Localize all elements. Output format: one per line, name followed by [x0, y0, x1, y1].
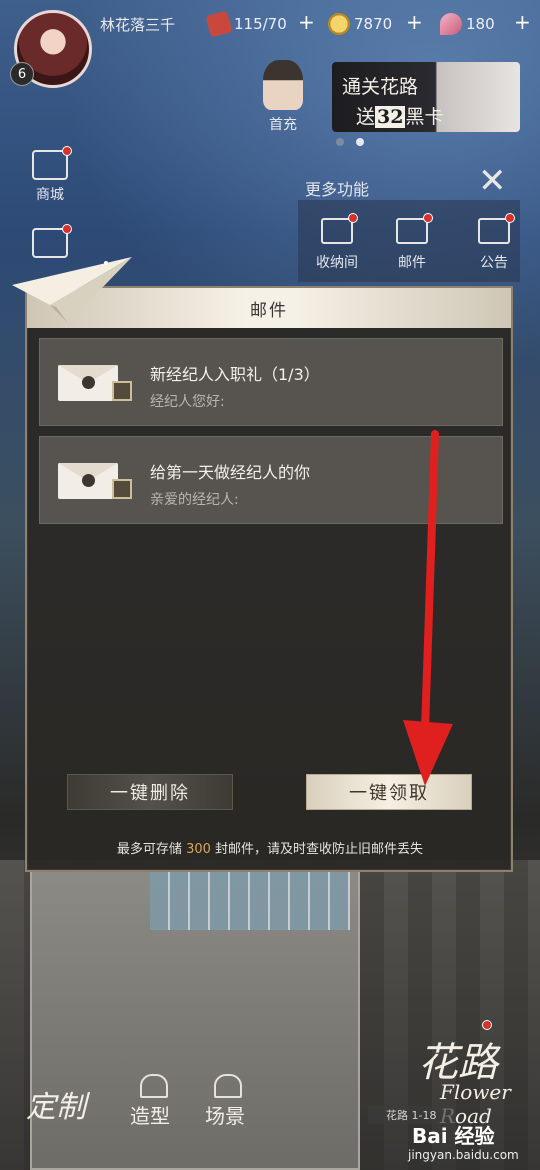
mail-title: 给第一天做经纪人的你: [150, 463, 311, 482]
envelope-icon: [58, 463, 118, 499]
storage-limit-number: 300: [186, 842, 211, 857]
gem-add-button[interactable]: +: [514, 10, 531, 34]
background-glass-roof: [150, 870, 350, 930]
character-portrait: [263, 60, 303, 110]
notification-dot: [423, 213, 433, 223]
hanger-icon: [140, 1074, 168, 1098]
mail-icon: [396, 213, 433, 244]
storage-note: 最多可存储 300 封邮件，请及时查收防止旧邮件丢失: [116, 842, 424, 857]
level-badge: 6: [10, 62, 34, 86]
banner-line1: 通关花路: [342, 76, 419, 98]
notice-icon: [478, 213, 515, 244]
coin-resource: 7870: [328, 12, 392, 36]
pagination-dot-active: [356, 138, 364, 146]
gift-icon: [112, 479, 132, 499]
watermark-brand: Bai 经验: [412, 1124, 495, 1148]
delete-all-button[interactable]: 一键删除: [67, 774, 233, 810]
mail-button[interactable]: 邮件: [384, 213, 440, 272]
more-functions-title: 更多功能: [305, 180, 370, 199]
mail-subtitle: 亲爱的经纪人:: [150, 492, 239, 508]
scene-button[interactable]: 场景: [205, 1100, 245, 1129]
storage-icon: [321, 213, 358, 244]
shop-label: 商城: [36, 187, 64, 203]
notification-dot: [62, 146, 72, 156]
energy-value: 115/70: [234, 15, 287, 33]
coin-add-button[interactable]: +: [406, 10, 423, 34]
mail-subtitle: 经纪人您好:: [150, 394, 225, 410]
event-banner[interactable]: 通关花路 送 32 黑卡: [332, 62, 520, 132]
notification-dot: [348, 213, 358, 223]
notification-dot: [62, 224, 72, 234]
shop-button[interactable]: 商城: [28, 146, 72, 204]
notice-label: 公告: [480, 255, 508, 271]
notice-button[interactable]: 公告: [466, 213, 522, 272]
first-recharge-label: 首充: [269, 117, 297, 133]
energy-icon: [205, 10, 233, 38]
first-recharge-button[interactable]: 首充: [258, 60, 308, 133]
mail-title: 新经纪人入职礼（1/3）: [150, 365, 320, 384]
gem-resource: 180: [440, 12, 495, 36]
paper-plane-icon: [12, 257, 132, 323]
annotation-arrow-icon: [403, 430, 453, 786]
storage-room-button[interactable]: 收纳间: [309, 213, 365, 272]
envelope-icon: [58, 365, 118, 401]
watermark-url: jingyan.baidu.com: [408, 1148, 519, 1162]
notification-dot: [505, 213, 515, 223]
energy-add-button[interactable]: +: [298, 10, 315, 34]
mail-label: 邮件: [398, 255, 426, 271]
style-button[interactable]: 造型: [130, 1100, 170, 1129]
energy-resource: 115/70: [205, 10, 287, 38]
cart-icon: [32, 146, 72, 180]
pagination-dot: [336, 138, 344, 146]
bag-icon: [32, 224, 72, 258]
banner-line2: 送 32 黑卡: [356, 106, 444, 128]
custom-button[interactable]: 定制: [26, 1082, 86, 1126]
coin-icon: [328, 13, 350, 35]
notification-dot: [482, 1020, 492, 1030]
storage-label: 收纳间: [316, 255, 358, 271]
gift-icon: [112, 381, 132, 401]
mail-list-item[interactable]: 新经纪人入职礼（1/3） 经纪人您好:: [39, 338, 503, 426]
house-icon: [214, 1074, 242, 1098]
gem-icon: [440, 13, 462, 35]
close-icon[interactable]: ✕: [478, 164, 507, 198]
gem-value: 180: [466, 15, 495, 33]
banner-pagination: [336, 138, 364, 146]
coin-value: 7870: [354, 15, 393, 33]
username: 林花落三千: [100, 16, 176, 34]
